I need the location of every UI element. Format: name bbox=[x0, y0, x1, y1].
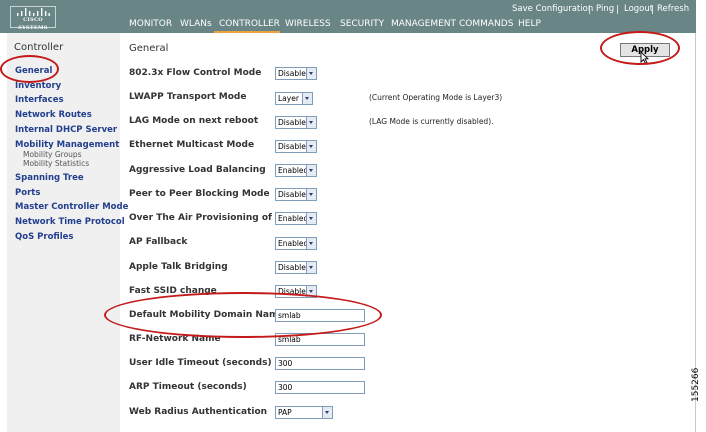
menu-help[interactable]: HELP bbox=[518, 19, 541, 29]
menu-wlans[interactable]: WLANs bbox=[180, 19, 212, 29]
refresh-link[interactable]: Refresh bbox=[657, 4, 689, 14]
label-web-radius-authentication: Web Radius Authentication bbox=[129, 407, 268, 417]
label-lag-mode: LAG Mode on next reboot bbox=[129, 116, 259, 126]
select-flow-control-mode[interactable]: Disabled bbox=[275, 67, 317, 80]
select-aggressive-load-balancing[interactable]: Enabled bbox=[275, 164, 317, 177]
sidebar-item-interfaces[interactable]: Interfaces bbox=[15, 95, 64, 105]
chevron-down-icon bbox=[302, 93, 312, 104]
page-title: General bbox=[129, 43, 169, 54]
chevron-down-icon bbox=[306, 165, 316, 176]
select-value: Enabled bbox=[278, 214, 309, 223]
sidebar-item-spanning-tree[interactable]: Spanning Tree bbox=[15, 173, 84, 183]
label-ota-provisioning: Over The Air Provisioning of AP bbox=[129, 213, 289, 223]
sidebar-subitem-mobility-groups[interactable]: Mobility Groups bbox=[23, 150, 82, 159]
menu-controller[interactable]: CONTROLLER bbox=[219, 19, 280, 29]
label-aggressive-load-balancing: Aggressive Load Balancing bbox=[129, 165, 266, 175]
menu-management[interactable]: MANAGEMENT bbox=[391, 19, 456, 29]
select-web-radius-authentication[interactable]: PAP bbox=[275, 406, 333, 419]
chevron-down-icon bbox=[306, 117, 316, 128]
chevron-down-icon bbox=[306, 213, 316, 224]
note-lag-mode: (LAG Mode is currently disabled). bbox=[369, 117, 494, 126]
annotation-oval-mobility-domain bbox=[104, 292, 382, 338]
chevron-down-icon bbox=[306, 189, 316, 200]
label-apple-talk-bridging: Apple Talk Bridging bbox=[129, 262, 228, 272]
cisco-logo-text: CISCO SYSTEMS bbox=[18, 17, 48, 31]
sidebar-title: Controller bbox=[14, 42, 64, 53]
select-lag-mode[interactable]: Disabled bbox=[275, 116, 317, 129]
cisco-logo: CISCO SYSTEMS bbox=[10, 6, 56, 31]
sidebar-subitem-mobility-statistics[interactable]: Mobility Statistics bbox=[23, 159, 89, 168]
utility-divider bbox=[617, 5, 618, 14]
ping-link[interactable]: Ping bbox=[596, 4, 614, 14]
select-value: Enabled bbox=[278, 239, 309, 248]
utility-divider bbox=[652, 5, 653, 14]
chevron-down-icon bbox=[306, 238, 316, 249]
sidebar-item-network-routes[interactable]: Network Routes bbox=[15, 110, 92, 120]
arp-timeout-input[interactable]: 300 bbox=[275, 381, 365, 394]
select-ethernet-multicast-mode[interactable]: Disabled bbox=[275, 140, 317, 153]
sidebar-item-master-controller-mode[interactable]: Master Controller Mode bbox=[15, 202, 128, 212]
menu-monitor[interactable]: MONITOR bbox=[129, 19, 172, 29]
save-configuration-link[interactable]: Save Configuration bbox=[512, 4, 593, 14]
utility-divider bbox=[589, 5, 590, 14]
label-ethernet-multicast-mode: Ethernet Multicast Mode bbox=[129, 140, 255, 150]
menu-wireless[interactable]: WIRELESS bbox=[285, 19, 331, 29]
select-ap-fallback[interactable]: Enabled bbox=[275, 237, 317, 250]
label-lwapp-transport-mode: LWAPP Transport Mode bbox=[129, 92, 247, 102]
label-arp-timeout: ARP Timeout (seconds) bbox=[129, 382, 247, 392]
chevron-down-icon bbox=[306, 68, 316, 79]
label-user-idle-timeout: User Idle Timeout (seconds) bbox=[129, 358, 272, 368]
sidebar-item-mobility-management[interactable]: Mobility Management bbox=[15, 140, 119, 150]
logout-link[interactable]: Logout bbox=[624, 4, 653, 14]
chevron-down-icon bbox=[322, 407, 332, 418]
menu-commands[interactable]: COMMANDS bbox=[459, 19, 513, 29]
select-ota-provisioning[interactable]: Enabled bbox=[275, 212, 317, 225]
chevron-down-icon bbox=[306, 141, 316, 152]
select-value: PAP bbox=[278, 408, 292, 417]
menu-security[interactable]: SECURITY bbox=[340, 19, 384, 29]
note-lwapp-mode: (Current Operating Mode is Layer3) bbox=[369, 93, 503, 102]
label-ap-fallback: AP Fallback bbox=[129, 237, 188, 247]
select-value: Enabled bbox=[278, 166, 309, 175]
sidebar-item-qos-profiles[interactable]: QoS Profiles bbox=[15, 232, 73, 242]
select-apple-talk-bridging[interactable]: Disabled bbox=[275, 261, 317, 274]
sidebar-item-ports[interactable]: Ports bbox=[15, 188, 40, 198]
figure-number: 155266 bbox=[691, 367, 701, 402]
select-lwapp-transport-mode[interactable]: Layer 3 bbox=[275, 92, 313, 105]
user-idle-timeout-input[interactable]: 300 bbox=[275, 357, 365, 370]
sidebar-item-internal-dhcp-server[interactable]: Internal DHCP Server bbox=[15, 125, 117, 135]
chevron-down-icon bbox=[306, 262, 316, 273]
select-peer-to-peer-blocking[interactable]: Disabled bbox=[275, 188, 317, 201]
label-flow-control-mode: 802.3x Flow Control Mode bbox=[129, 68, 262, 78]
label-peer-to-peer-blocking: Peer to Peer Blocking Mode bbox=[129, 189, 270, 199]
sidebar-item-network-time-protocol[interactable]: Network Time Protocol bbox=[15, 217, 125, 227]
annotation-oval-general bbox=[0, 55, 59, 83]
annotation-oval-apply bbox=[600, 31, 680, 65]
